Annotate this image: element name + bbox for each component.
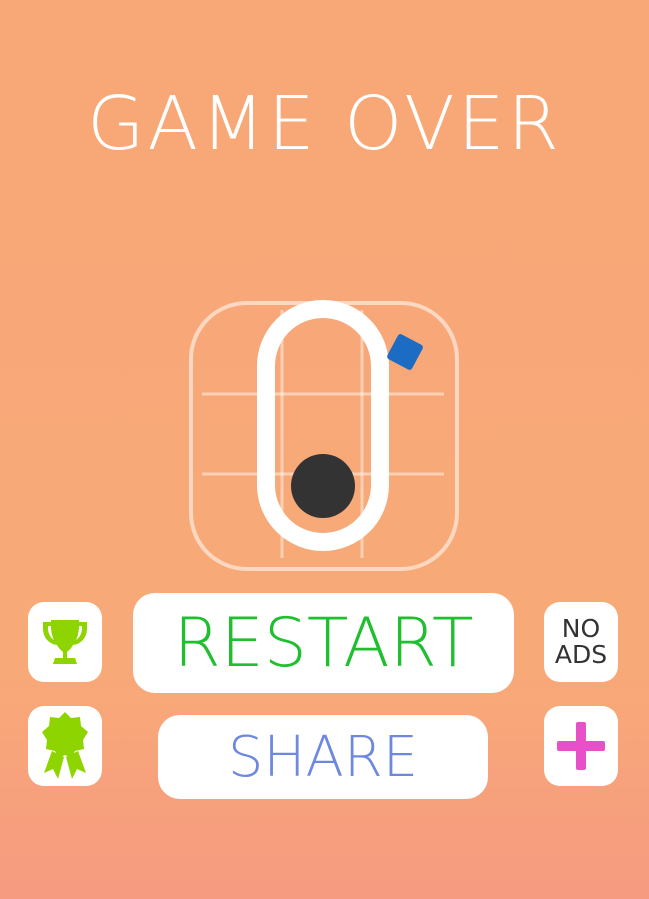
game-logo-illustration	[189, 300, 459, 571]
trophy-icon	[43, 620, 87, 664]
share-button[interactable]: SHARE	[158, 715, 488, 799]
ribbon-icon	[42, 712, 88, 779]
restart-button[interactable]: RESTART	[133, 593, 514, 693]
no-ads-label: NO ADS	[555, 616, 607, 668]
leaderboard-button[interactable]	[28, 602, 102, 682]
game-over-title: GAME OVER	[87, 81, 562, 167]
no-ads-line-2: ADS	[554, 640, 608, 669]
no-ads-line-1: NO	[561, 614, 601, 643]
plus-icon	[557, 722, 605, 770]
more-games-button[interactable]	[544, 706, 618, 786]
no-ads-button[interactable]: NO ADS	[544, 602, 618, 682]
blue-block	[387, 334, 423, 370]
achievements-button[interactable]	[28, 706, 102, 786]
ball	[291, 454, 355, 518]
